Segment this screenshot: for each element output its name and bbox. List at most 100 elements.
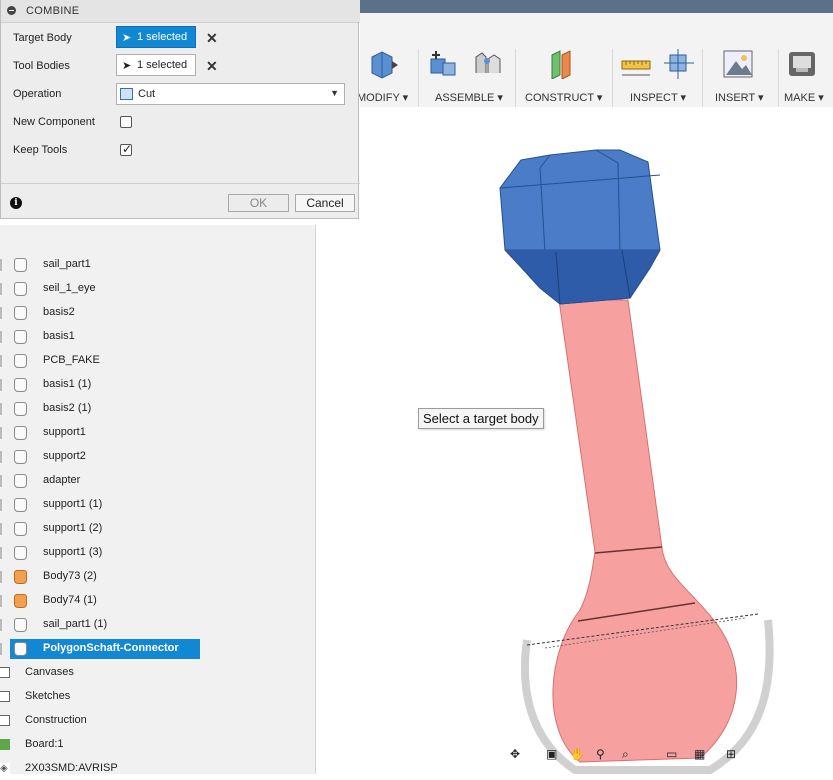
tool-group-insert[interactable]: INSERT ▾: [715, 91, 764, 104]
browser-body-row[interactable]: PCB_FAKE: [0, 350, 315, 372]
browser-body-row[interactable]: basis2: [0, 302, 315, 324]
browser-body-row[interactable]: support2: [0, 446, 315, 468]
body-icon[interactable]: [14, 642, 27, 656]
tool-group-assemble[interactable]: ASSEMBLE ▾: [435, 91, 503, 104]
browser-body-row[interactable]: basis2 (1): [0, 398, 315, 420]
fit-icon[interactable]: ⌕: [622, 747, 640, 765]
browser-body-row[interactable]: adapter: [0, 470, 315, 492]
browser-board-row[interactable]: Board:1: [0, 734, 315, 756]
navigation-bar: ✥ ▣ ✋ ⚲ ⌕ ▭ ▦ ⊞: [506, 744, 756, 770]
tree-line: [0, 403, 2, 415]
browser-component-row[interactable]: ◈ 2X03SMD:AVRISP: [0, 758, 315, 780]
keep-tools-checkbox[interactable]: ✓: [120, 142, 132, 156]
grid-icon[interactable]: ▦: [694, 747, 712, 765]
dialog-footer: i OK Cancel: [1, 183, 360, 220]
tree-line: [0, 259, 2, 271]
tree-line: [0, 379, 2, 391]
app-title-bar: [360, 0, 833, 13]
tool-group-inspect[interactable]: INSPECT ▾: [630, 91, 686, 104]
orange-body-icon[interactable]: [14, 594, 27, 608]
model-render[interactable]: [315, 107, 833, 774]
measure-icon[interactable]: [620, 49, 652, 79]
tool-group-modify[interactable]: MODIFY ▾: [357, 91, 408, 104]
separator: [778, 49, 779, 111]
tree-line: [0, 571, 2, 583]
separator: [418, 49, 419, 111]
zoom-icon[interactable]: ⚲: [596, 747, 614, 765]
3d-print-icon[interactable]: [786, 49, 818, 79]
browser-body-row[interactable]: Body73 (2): [0, 566, 315, 588]
body-icon[interactable]: [14, 378, 27, 392]
browser-body-row[interactable]: Body74 (1): [0, 590, 315, 612]
board-icon: [0, 739, 10, 750]
browser-body-row[interactable]: support1: [0, 422, 315, 444]
browser-body-row[interactable]: support1 (1): [0, 494, 315, 516]
interference-icon[interactable]: [664, 49, 696, 79]
joint-icon[interactable]: [472, 49, 504, 79]
new-component-icon[interactable]: [428, 49, 460, 79]
new-component-label: New Component: [13, 116, 95, 128]
display-settings-icon[interactable]: ▭: [666, 747, 684, 765]
tree-line: [0, 475, 2, 487]
new-component-checkbox[interactable]: [120, 116, 132, 128]
operation-dropdown[interactable]: Cut ▼: [116, 83, 345, 105]
body-icon[interactable]: [14, 330, 27, 344]
tree-line: [0, 499, 2, 511]
chevron-down-icon: ▼: [330, 88, 339, 98]
ok-button[interactable]: OK: [228, 194, 289, 212]
info-icon[interactable]: i: [10, 197, 22, 209]
body-icon[interactable]: [14, 354, 27, 368]
browser-body-row[interactable]: support1 (3): [0, 542, 315, 564]
body-name: support1 (3): [43, 546, 103, 558]
browser-folder-row[interactable]: Construction: [0, 710, 315, 732]
browser-folder-row[interactable]: Canvases: [0, 662, 315, 684]
body-icon[interactable]: [14, 258, 27, 272]
toolbar: MODIFY ▾ ASSEMBLE ▾ CONSTRUCT ▾ INSPECT …: [357, 13, 833, 111]
orbit-icon[interactable]: ✥: [510, 747, 528, 765]
insert-image-icon[interactable]: [722, 49, 754, 79]
body-icon[interactable]: [14, 402, 27, 416]
browser-body-row[interactable]: PolygonSchaft-Connector: [0, 638, 315, 660]
look-at-icon[interactable]: ▣: [546, 747, 564, 765]
tree-line: [0, 307, 2, 319]
tool-group-construct[interactable]: CONSTRUCT ▾: [525, 91, 602, 104]
browser-folder-row[interactable]: Sketches: [0, 686, 315, 708]
combine-dialog: COMBINE Target Body ➤ 1 selected ✕ Tool …: [0, 0, 360, 220]
cursor-arrow-icon: ➤: [122, 60, 132, 72]
browser-body-row[interactable]: seil_1_eye: [0, 278, 315, 300]
body-name: support1 (2): [43, 522, 103, 534]
browser-body-row[interactable]: sail_part1 (1): [0, 614, 315, 636]
browser-body-row[interactable]: sail_part1: [0, 254, 315, 276]
browser-body-row[interactable]: basis1 (1): [0, 374, 315, 396]
body-icon[interactable]: [14, 450, 27, 464]
cut-icon: [120, 88, 133, 100]
body-icon[interactable]: [14, 282, 27, 296]
body-icon[interactable]: [14, 498, 27, 512]
viewports-icon[interactable]: ⊞: [726, 747, 744, 765]
clear-tools-icon[interactable]: ✕: [206, 58, 218, 75]
cancel-button[interactable]: Cancel: [295, 194, 355, 212]
collapse-icon[interactable]: [7, 6, 16, 15]
pan-icon[interactable]: ✋: [570, 747, 588, 765]
browser-body-row[interactable]: support1 (2): [0, 518, 315, 540]
body-icon[interactable]: [14, 546, 27, 560]
tree-line: [0, 643, 2, 655]
tool-bodies-selector[interactable]: ➤ 1 selected: [116, 54, 196, 76]
separator: [515, 49, 516, 111]
tool-group-make[interactable]: MAKE ▾: [784, 91, 824, 104]
offset-plane-icon[interactable]: [546, 49, 578, 79]
modify-icon[interactable]: [368, 49, 400, 79]
clear-target-icon[interactable]: ✕: [206, 30, 218, 47]
body-icon[interactable]: [14, 474, 27, 488]
browser-body-row[interactable]: basis1: [0, 326, 315, 348]
orange-body-icon[interactable]: [14, 570, 27, 584]
cursor-arrow-icon: ➤: [122, 32, 132, 44]
body-icon[interactable]: [14, 618, 27, 632]
body-icon[interactable]: [14, 522, 27, 536]
body-name: PCB_FAKE: [43, 354, 100, 366]
body-icon[interactable]: [14, 426, 27, 440]
dialog-header[interactable]: COMBINE: [1, 0, 360, 23]
target-body-selector[interactable]: ➤ 1 selected: [116, 26, 196, 48]
tool-body[interactable]: [552, 299, 738, 763]
body-icon[interactable]: [14, 306, 27, 320]
